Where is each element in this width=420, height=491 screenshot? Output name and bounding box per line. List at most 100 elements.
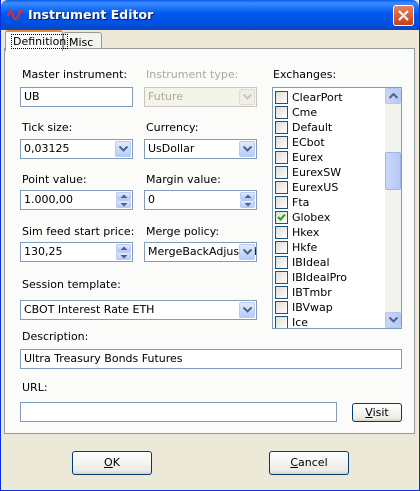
exchange-name: ECbot [292, 136, 325, 149]
sim-feed-start-price-spinner[interactable]: 130,25 [20, 242, 133, 262]
scroll-thumb[interactable] [385, 152, 401, 190]
tab-definition-label: Definition [11, 34, 69, 49]
checkmark-icon [277, 213, 286, 221]
ok-button[interactable]: OK [72, 451, 152, 475]
instrument-editor-window: Instrument Editor Definition Misc Master… [0, 0, 420, 491]
session-template-label: Session template: [22, 278, 121, 291]
currency-select[interactable]: UsDollar [144, 139, 257, 159]
exchange-name: IBTmbr [292, 286, 332, 299]
exchange-checkbox[interactable] [275, 271, 288, 284]
exchange-item[interactable]: EurexSW [275, 165, 383, 180]
exchange-checkbox[interactable] [275, 181, 288, 194]
exchange-name: EurexSW [292, 166, 342, 179]
exchange-item[interactable]: ClearPort [275, 90, 383, 105]
spin-down-icon[interactable] [116, 200, 131, 208]
exchange-item[interactable]: Default [275, 120, 383, 135]
exchange-item[interactable]: Cme [275, 105, 383, 120]
exchange-item[interactable]: ECbot [275, 135, 383, 150]
visit-button[interactable]: Visit [352, 403, 402, 422]
scroll-down-button[interactable] [385, 312, 401, 328]
master-instrument-label: Master instrument: [22, 68, 128, 81]
tick-size-select[interactable]: 0,03125 [20, 139, 133, 159]
visit-button-rest: isit [372, 406, 389, 419]
spin-up-icon[interactable] [116, 192, 131, 200]
exchange-checkbox[interactable] [275, 286, 288, 299]
exchange-item[interactable]: Globex [275, 210, 383, 225]
exchange-item[interactable]: IBIdeal [275, 255, 383, 270]
exchange-item[interactable]: IBTmbr [275, 285, 383, 300]
visit-mnemonic: V [365, 406, 373, 419]
exchange-name: Eurex [292, 151, 324, 164]
scroll-up-button[interactable] [385, 88, 401, 104]
exchange-checkbox[interactable] [275, 106, 288, 119]
title-bar[interactable]: Instrument Editor [1, 0, 419, 30]
spin-up-icon[interactable] [240, 192, 255, 200]
exchange-name: IBIdealPro [292, 271, 348, 284]
point-value-label: Point value: [22, 173, 87, 186]
exchange-checkbox[interactable] [275, 211, 288, 224]
exchange-item[interactable]: Fta [275, 195, 383, 210]
exchange-item[interactable]: IBVwap [275, 300, 383, 315]
exchange-checkbox[interactable] [275, 166, 288, 179]
exchange-name: Fta [292, 196, 310, 209]
url-input[interactable] [20, 402, 337, 422]
exchange-item[interactable]: Eurex [275, 150, 383, 165]
exchange-item[interactable]: IBIdealPro [275, 270, 383, 285]
currency-value: UsDollar [148, 142, 195, 155]
session-template-value: CBOT Interest Rate ETH [24, 303, 155, 316]
exchange-item[interactable]: Hkex [275, 225, 383, 240]
tick-size-value: 0,03125 [24, 142, 70, 155]
description-input[interactable]: Ultra Treasury Bonds Futures [20, 349, 402, 369]
sim-feed-spin[interactable] [116, 244, 131, 260]
exchange-checkbox[interactable] [275, 121, 288, 134]
exchange-checkbox[interactable] [275, 256, 288, 269]
exchange-name: Ice [292, 316, 309, 329]
spin-down-icon[interactable] [116, 252, 131, 260]
exchange-item[interactable]: Ice [275, 315, 383, 329]
close-button[interactable] [393, 5, 414, 26]
exchange-name: Hkfe [292, 241, 318, 254]
master-instrument-input[interactable]: UB [20, 87, 133, 107]
exchange-checkbox[interactable] [275, 136, 288, 149]
merge-policy-label: Merge policy: [146, 225, 220, 238]
point-value-spin[interactable] [116, 192, 131, 208]
description-label: Description: [22, 330, 89, 343]
chevron-down-icon[interactable] [115, 141, 131, 157]
exchange-checkbox[interactable] [275, 226, 288, 239]
exchange-name: Globex [292, 211, 331, 224]
exchange-checkbox[interactable] [275, 241, 288, 254]
chevron-down-icon[interactable] [239, 244, 255, 260]
exchange-item[interactable]: EurexUS [275, 180, 383, 195]
instrument-type-value: Future [148, 90, 184, 103]
spin-up-icon[interactable] [116, 244, 131, 252]
margin-value-spinner[interactable]: 0 [144, 190, 257, 210]
ok-button-rest: K [112, 456, 120, 469]
point-value-spinner[interactable]: 1.000,00 [20, 190, 133, 210]
exchanges-scrollbar[interactable] [385, 88, 401, 328]
chevron-down-icon[interactable] [239, 141, 255, 157]
chevron-down-icon [389, 317, 398, 323]
exchanges-list[interactable]: ClearPort Cme Default ECbot Eurex EurexSW Eure… [272, 87, 402, 329]
exchange-checkbox[interactable] [275, 316, 288, 328]
merge-policy-select[interactable]: MergeBackAdjusted [144, 242, 257, 262]
exchange-checkbox[interactable] [275, 301, 288, 314]
exchange-checkbox[interactable] [275, 151, 288, 164]
exchange-item[interactable]: Hkfe [275, 240, 383, 255]
cancel-button[interactable]: Cancel [269, 451, 349, 475]
exchange-checkbox[interactable] [275, 196, 288, 209]
exchange-name: IBIdeal [292, 256, 330, 269]
point-value-value: 1.000,00 [24, 193, 73, 206]
tab-definition[interactable]: Definition [5, 30, 69, 51]
exchange-checkbox[interactable] [275, 91, 288, 104]
margin-value-spin[interactable] [240, 192, 255, 208]
chevron-down-icon[interactable] [239, 302, 255, 318]
url-label: URL: [22, 381, 48, 394]
spin-down-icon[interactable] [240, 200, 255, 208]
app-logo-icon [6, 7, 24, 23]
chevron-down-icon [239, 89, 255, 105]
sim-feed-start-price-value: 130,25 [24, 245, 63, 258]
cancel-mnemonic: C [290, 456, 299, 469]
exchange-name: EurexUS [292, 181, 339, 194]
cancel-button-rest: ancel [298, 456, 328, 469]
session-template-select[interactable]: CBOT Interest Rate ETH [20, 300, 257, 320]
